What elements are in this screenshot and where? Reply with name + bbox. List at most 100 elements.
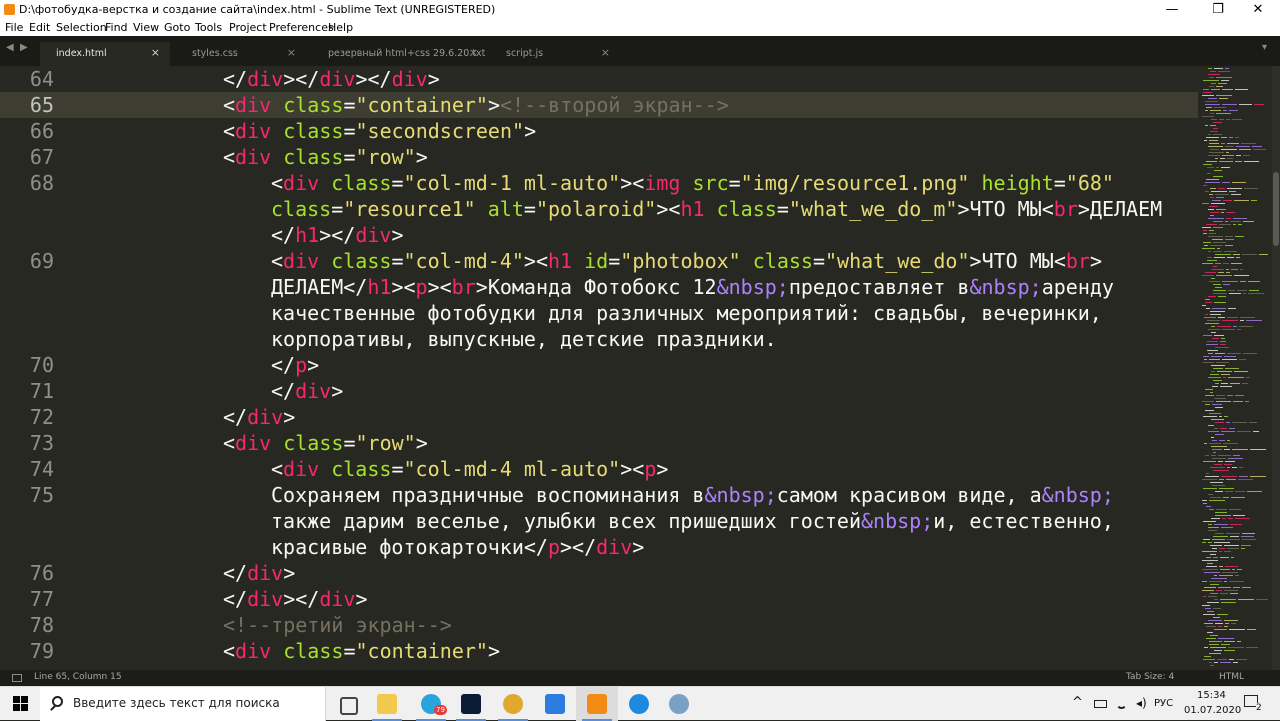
tab-script-js[interactable]: script.js × (490, 42, 620, 66)
minimap-line (1215, 287, 1222, 288)
code-token: = (1053, 171, 1066, 195)
minimap-line (1224, 626, 1228, 627)
minimap-line (1210, 374, 1219, 375)
menu-goto[interactable]: Goto (164, 21, 190, 34)
minimap-line (1223, 284, 1230, 285)
menu-selection[interactable]: Selection (56, 21, 107, 34)
minimap-line (1208, 542, 1212, 543)
telegram-taskbar-button[interactable]: 79 (410, 687, 452, 721)
tab-size[interactable]: Tab Size: 4 (1126, 672, 1174, 682)
telegram-badge: 79 (434, 705, 447, 715)
tasks-check-taskbar-button[interactable] (534, 687, 576, 721)
close-button[interactable]: ✕ (1236, 0, 1280, 20)
tab-styles-css[interactable]: styles.css × (176, 42, 306, 66)
internet-explorer-taskbar-button[interactable] (618, 687, 660, 721)
minimize-button[interactable]: — (1150, 0, 1194, 20)
code-area[interactable]: </div></div></div> <div class="container"… (0, 66, 1198, 670)
clock-date[interactable]: 01.07.2020 (1184, 705, 1241, 716)
code-token: > (307, 353, 320, 377)
menu-find[interactable]: Find (105, 21, 128, 34)
minimap-line (1236, 257, 1240, 258)
tab-close-icon[interactable]: × (601, 46, 610, 59)
minimap-line (1209, 359, 1220, 360)
code-token: >< (427, 275, 452, 299)
minimap-line (1222, 329, 1235, 330)
scrollbar-thumb[interactable] (1273, 172, 1279, 246)
code-token: class (331, 171, 392, 195)
tab-close-icon[interactable]: × (151, 46, 160, 59)
minimap-line (1243, 293, 1246, 294)
code-token: > (487, 639, 500, 663)
minimap-line (1227, 548, 1239, 549)
minimap-line (1210, 71, 1216, 72)
minimap-line (1233, 587, 1240, 588)
tab-index-html[interactable]: index.html × (40, 42, 170, 66)
code-token: div (235, 119, 272, 143)
tab-list-icon[interactable]: ▾ (1262, 42, 1267, 53)
menu-edit[interactable]: Edit (29, 21, 50, 34)
minimap-line (1222, 518, 1226, 519)
menu-tools[interactable]: Tools (195, 21, 222, 34)
tray-chevron-icon[interactable]: ^ (1072, 695, 1083, 710)
chrome-taskbar-button[interactable] (492, 687, 534, 721)
minimap-line (1222, 182, 1230, 183)
minimap-line (1207, 167, 1214, 168)
tab-backup-txt[interactable]: резервный html+css 29.6.20.txt × (312, 42, 488, 66)
media-app-taskbar-button[interactable] (658, 687, 700, 721)
minimap-line (1241, 548, 1245, 549)
network-icon[interactable] (1116, 698, 1127, 709)
start-button[interactable] (0, 687, 40, 721)
sublime-text-taskbar-button[interactable] (576, 687, 618, 721)
syntax-mode[interactable]: HTML (1219, 672, 1244, 682)
code-token: ЧТО МЫ (981, 249, 1054, 273)
panel-toggle-icon[interactable] (12, 674, 22, 682)
minimap-line (1220, 158, 1225, 159)
vertical-scrollbar[interactable] (1272, 66, 1280, 670)
code-token: h1 (680, 197, 705, 221)
taskbar-search-box[interactable]: Введите здесь текст для поиска (40, 687, 326, 721)
minimap-line (1226, 479, 1236, 480)
minimap-line (1218, 587, 1231, 588)
code-editor[interactable]: 64 65 66 67 68 69 70 71 72 73 74 75 76 77 78 79 </div><… (0, 66, 1272, 670)
minimap-line (1228, 458, 1243, 459)
minimap-line (1235, 236, 1244, 237)
minimap-line (1206, 626, 1216, 627)
minimap-line (1209, 143, 1219, 144)
tab-close-icon[interactable]: × (469, 46, 478, 59)
minimap-line (1224, 356, 1236, 357)
file-explorer-taskbar-button[interactable] (366, 687, 408, 721)
minimap-line (1216, 275, 1232, 276)
tab-scroll-left-icon[interactable]: ◀ (6, 42, 14, 53)
menu-view[interactable]: View (133, 21, 159, 34)
minimap-line (1209, 281, 1220, 282)
task-view-taskbar-button[interactable] (326, 687, 368, 721)
minimap-line (1216, 362, 1229, 363)
tab-scroll-right-icon[interactable]: ▶ (20, 42, 28, 53)
minimap-line (1219, 551, 1222, 552)
minimap-line (1210, 125, 1216, 126)
minimap-line (1210, 131, 1218, 132)
file-explorer-icon (377, 694, 397, 714)
maximize-button[interactable]: ❐ (1196, 0, 1240, 20)
menu-preferences[interactable]: Preferences (269, 21, 334, 34)
minimap-line (1220, 428, 1227, 429)
minimap[interactable] (1198, 66, 1272, 670)
language-indicator[interactable]: РУС (1154, 698, 1173, 709)
minimap-line (1251, 200, 1257, 201)
code-token: br (1053, 197, 1078, 221)
minimap-line (1233, 224, 1236, 225)
photoshop-taskbar-button[interactable] (450, 687, 492, 721)
clock-time[interactable]: 15:34 (1197, 690, 1226, 701)
minimap-line (1217, 371, 1232, 372)
battery-icon[interactable] (1094, 700, 1107, 708)
minimap-line (1215, 263, 1221, 264)
tab-close-icon[interactable]: × (287, 46, 296, 59)
menu-help[interactable]: Help (328, 21, 353, 34)
menu-file[interactable]: File (5, 21, 23, 34)
minimap-line (1242, 587, 1251, 588)
volume-icon[interactable]: ◂) (1136, 696, 1147, 710)
minimap-line (1202, 95, 1214, 96)
menu-project[interactable]: Project (229, 21, 267, 34)
